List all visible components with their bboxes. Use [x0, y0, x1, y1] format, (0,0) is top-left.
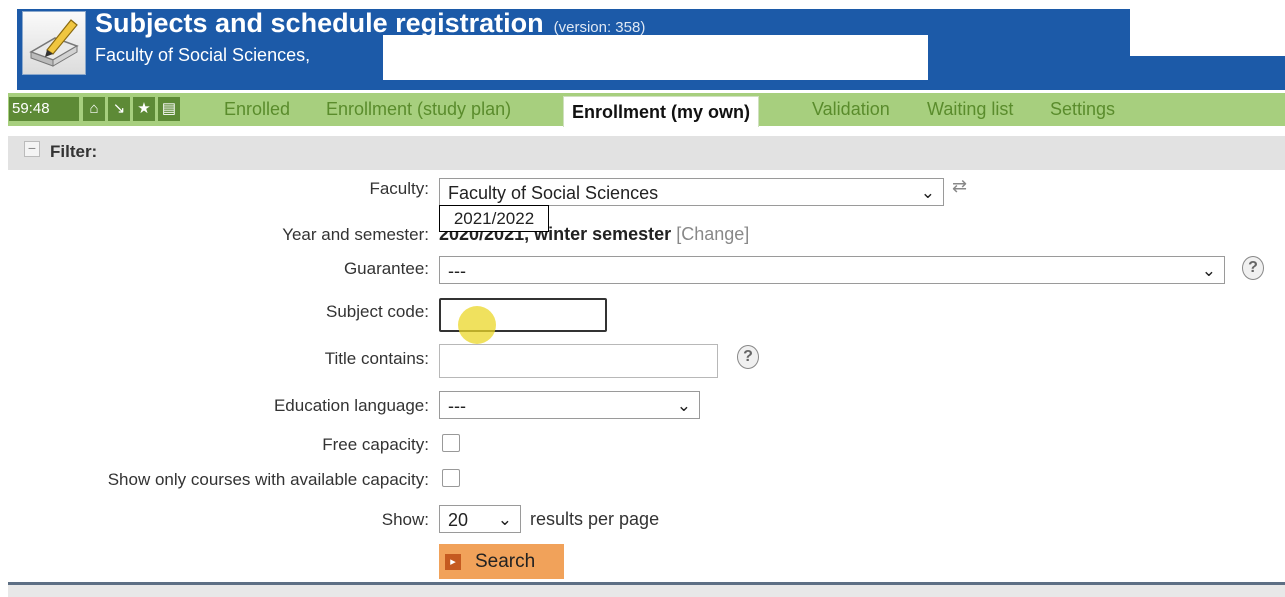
year-overlay-label: 2021/2022 [439, 205, 549, 232]
filter-bar [8, 136, 1285, 170]
guarantee-select[interactable]: --- ⌄ [439, 256, 1225, 284]
results-per-page-select[interactable]: 20 ⌄ [439, 505, 521, 533]
education-language-select[interactable]: --- ⌄ [439, 391, 700, 419]
tab-enrollment-study-plan[interactable]: Enrollment (study plan) [326, 98, 511, 120]
subject-code-label: Subject code: [325, 302, 429, 321]
chevron-down-icon: ⌄ [1201, 261, 1216, 280]
tab-enrolled[interactable]: Enrolled [224, 98, 290, 120]
tab-validation[interactable]: Validation [812, 98, 890, 120]
session-timer: 59:48 [9, 97, 79, 121]
free-capacity-checkbox[interactable] [442, 434, 460, 452]
header-blue-strip [1130, 56, 1285, 90]
results-per-page-suffix: results per page [530, 509, 660, 529]
search-button[interactable]: ▸ Search [439, 544, 564, 579]
education-language-label: Education language: [273, 396, 429, 415]
version-label: (version: 358) [553, 19, 646, 36]
star-icon[interactable]: ★ [133, 97, 155, 121]
footer-strip [8, 585, 1285, 597]
free-capacity-label: Free capacity: [322, 435, 429, 454]
chevron-down-icon: ⌄ [497, 510, 512, 529]
search-button-label: Search [475, 551, 536, 572]
redacted-area [383, 35, 928, 80]
tab-waiting-list[interactable]: Waiting list [927, 98, 1013, 120]
filter-heading: Filter: [50, 142, 98, 161]
available-capacity-label: Show only courses with available capacit… [107, 470, 429, 489]
faculty-select-value: Faculty of Social Sciences [448, 183, 659, 203]
tab-enrollment-my-own[interactable]: Enrollment (my own) [563, 96, 760, 127]
change-semester-link[interactable]: [Change] [676, 224, 749, 244]
faculty-subtitle: Faculty of Social Sciences, [95, 45, 311, 65]
year-semester-label: Year and semester: [282, 225, 429, 244]
title-contains-input[interactable] [439, 344, 718, 378]
title-text: Subjects and schedule registration [95, 8, 544, 38]
faculty-label: Faculty: [369, 179, 429, 198]
pencil-notebook-icon [29, 19, 79, 67]
title-contains-label: Title contains: [324, 349, 429, 368]
show-label: Show: [381, 510, 429, 529]
available-capacity-checkbox[interactable] [442, 469, 460, 487]
swap-icon[interactable]: ⇄ [952, 176, 967, 197]
header-blank [1130, 9, 1285, 56]
results-per-page-value: 20 [448, 510, 469, 530]
chevron-down-icon: ⌄ [676, 396, 691, 415]
help-icon[interactable]: ? [737, 345, 759, 369]
home-icon[interactable]: ⌂ [83, 97, 105, 121]
faculty-select[interactable]: Faculty of Social Sciences ⌄ [439, 178, 944, 206]
arrow-down-right-icon[interactable]: ↘ [108, 97, 130, 121]
mouse-cursor-highlight [458, 306, 496, 344]
guarantee-label: Guarantee: [343, 259, 429, 278]
semester-value: winter semester [534, 224, 672, 244]
tab-settings[interactable]: Settings [1050, 98, 1115, 120]
logo [22, 11, 86, 75]
education-language-value: --- [448, 396, 466, 416]
help-icon[interactable]: ? [1242, 256, 1264, 280]
document-icon[interactable]: ▤ [158, 97, 180, 121]
chevron-down-icon: ⌄ [920, 183, 935, 202]
search-icon: ▸ [445, 554, 461, 570]
guarantee-select-value: --- [448, 261, 466, 281]
collapse-filter-button[interactable]: − [24, 141, 40, 157]
